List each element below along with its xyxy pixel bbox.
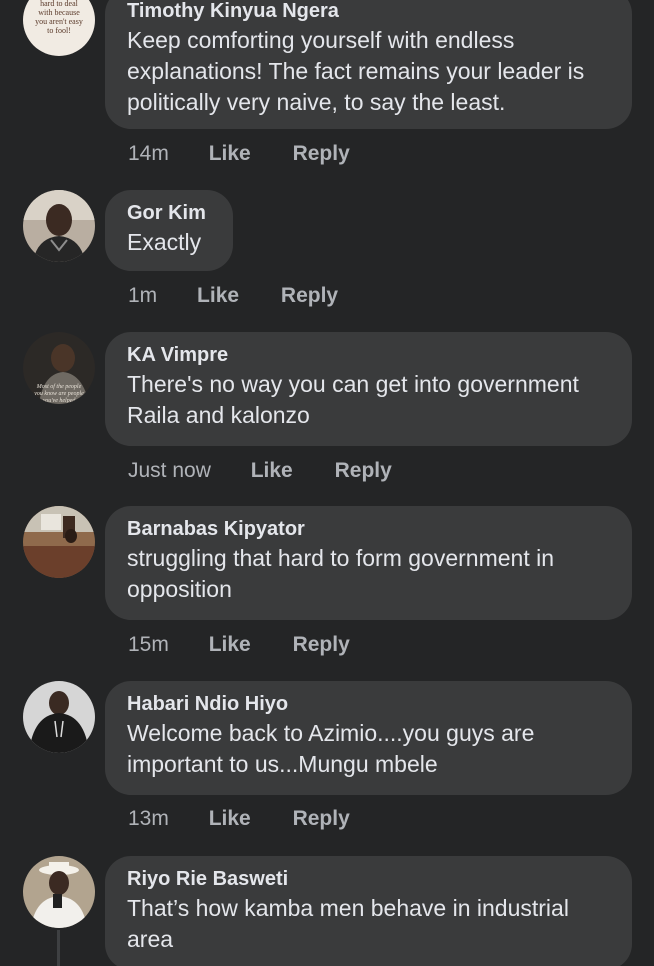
svg-text:you know are people: you know are people [33, 391, 84, 397]
comment-author[interactable]: KA Vimpre [127, 342, 610, 368]
comment-feed: hard to deal with because you aren't eas… [0, 0, 654, 966]
comment-author[interactable]: Barnabas Kipyator [127, 516, 610, 542]
comment-bubble: Riyo Rie Basweti That’s how kamba men be… [105, 856, 632, 966]
comment-text: Keep comforting yourself with endless ex… [127, 27, 585, 115]
comment-time[interactable]: 15m [128, 633, 169, 657]
comment-time[interactable]: 1m [128, 284, 157, 308]
comment-time[interactable]: Just now [128, 459, 211, 483]
svg-text:to fool!: to fool! [47, 26, 71, 35]
comment-text: Welcome back to Azimio....you guys are i… [127, 720, 535, 777]
comment-time[interactable]: 14m [128, 142, 169, 166]
svg-text:Most of the people: Most of the people [36, 383, 82, 390]
comment-author[interactable]: Riyo Rie Basweti [127, 866, 610, 892]
comment-text: Exactly [127, 229, 202, 255]
reply-button[interactable]: Reply [293, 142, 350, 166]
thread-connector-line [57, 930, 60, 966]
reply-button[interactable]: Reply [335, 459, 392, 483]
like-button[interactable]: Like [209, 807, 251, 831]
avatar[interactable] [23, 681, 95, 753]
hat-photo-avatar [23, 856, 95, 928]
comment-text: That’s how kamba men behave in industria… [127, 895, 569, 952]
comment-author[interactable]: Gor Kim [127, 200, 211, 226]
like-button[interactable]: Like [197, 284, 239, 308]
avatar[interactable] [23, 856, 95, 928]
reply-button[interactable]: Reply [293, 807, 350, 831]
office-photo-avatar [23, 506, 95, 578]
comment-text: struggling that hard to form government … [127, 545, 555, 602]
comment-bubble: Timothy Kinyua Ngera Keep comforting you… [105, 0, 632, 129]
avatar[interactable]: Most of the people you know are people y… [23, 332, 95, 404]
comment-actions: Just now Like Reply [128, 459, 392, 483]
avatar[interactable] [23, 506, 95, 578]
svg-text:you've helped: you've helped [42, 398, 77, 404]
svg-text:with because: with because [38, 8, 80, 17]
comment-bubble: Habari Ndio Hiyo Welcome back to Azimio.… [105, 681, 632, 795]
avatar[interactable]: hard to deal with because you aren't eas… [23, 0, 95, 56]
comment-actions: 13m Like Reply [128, 807, 350, 831]
comment-bubble: KA Vimpre There's no way you can get int… [105, 332, 632, 446]
comment-actions: 14m Like Reply [128, 142, 350, 166]
reply-button[interactable]: Reply [293, 633, 350, 657]
avatar[interactable] [23, 190, 95, 262]
comment-bubble: Barnabas Kipyator struggling that hard t… [105, 506, 632, 620]
like-button[interactable]: Like [209, 633, 251, 657]
quote-photo-avatar: Most of the people you know are people y… [23, 332, 95, 404]
svg-text:you aren't easy: you aren't easy [35, 17, 83, 26]
svg-text:hard to deal: hard to deal [40, 0, 79, 8]
comment-bubble: Gor Kim Exactly [105, 190, 233, 271]
like-button[interactable]: Like [251, 459, 293, 483]
comment-text: There's no way you can get into governme… [127, 371, 579, 428]
comment-author[interactable]: Habari Ndio Hiyo [127, 691, 610, 717]
user-photo-avatar [23, 190, 95, 262]
reply-button[interactable]: Reply [281, 284, 338, 308]
hoodie-photo-avatar [23, 681, 95, 753]
quote-image-avatar: hard to deal with because you aren't eas… [23, 0, 95, 56]
comment-actions: 1m Like Reply [128, 284, 338, 308]
comment-author[interactable]: Timothy Kinyua Ngera [127, 0, 610, 24]
comment-actions: 15m Like Reply [128, 633, 350, 657]
like-button[interactable]: Like [209, 142, 251, 166]
comment-time[interactable]: 13m [128, 807, 169, 831]
